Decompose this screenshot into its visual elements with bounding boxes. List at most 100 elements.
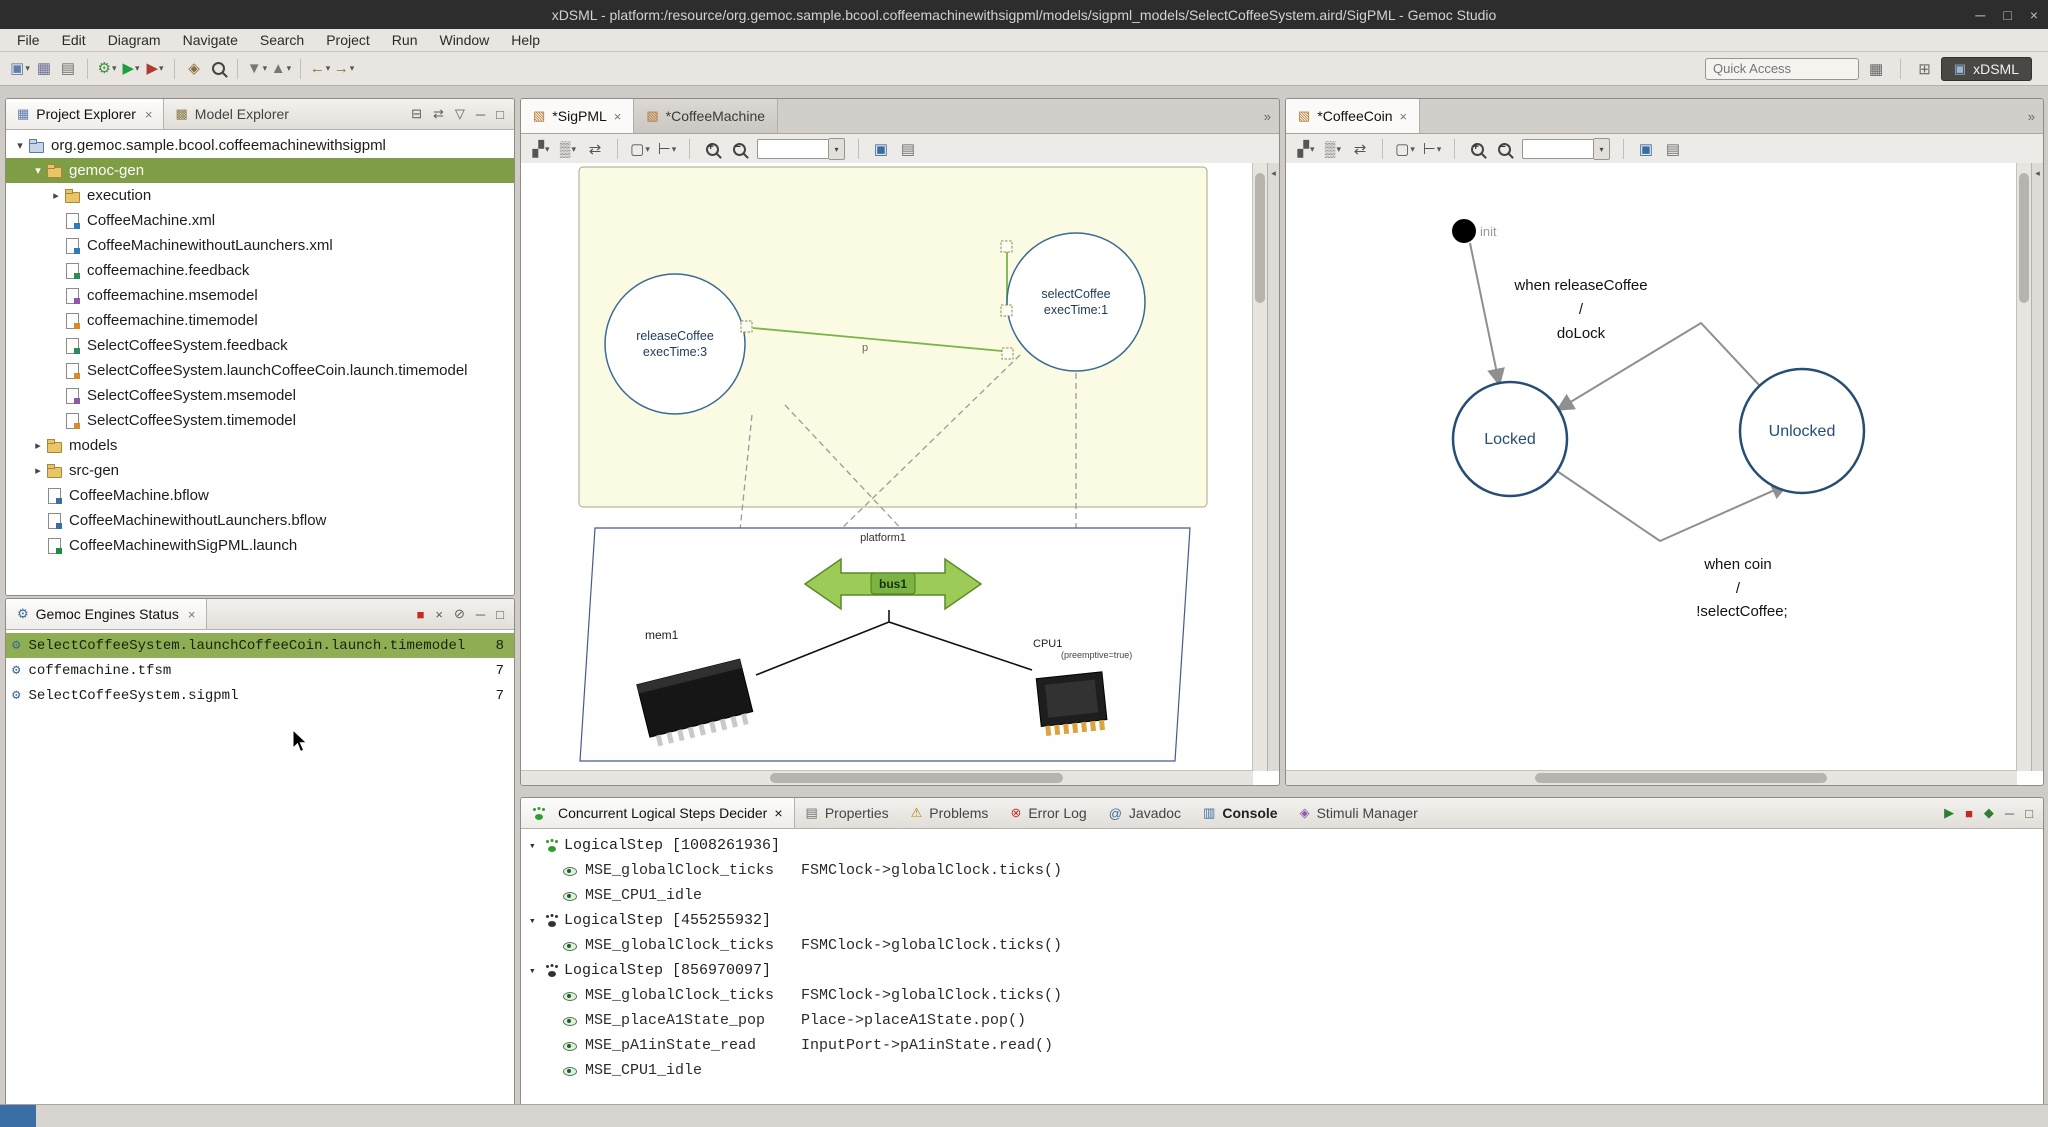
zoom-in-icon[interactable] (1466, 138, 1488, 160)
external-tools-icon[interactable]: ▶▾ (144, 57, 166, 81)
mse-row[interactable]: MSE_globalClock_ticksFSMClock->globalClo… (521, 858, 2043, 883)
tab-error-log[interactable]: ⊗Error Log (999, 798, 1097, 828)
tree-item[interactable]: SelectCoffeeSystem.msemodel (6, 383, 514, 408)
zoom-dropdown-icon[interactable]: ▾ (1594, 138, 1610, 160)
zoom-in-icon[interactable] (701, 138, 723, 160)
menu-navigate[interactable]: Navigate (172, 29, 249, 51)
scrollbar-thumb[interactable] (2019, 173, 2029, 303)
zoom-level-input[interactable] (757, 139, 829, 159)
shield-icon[interactable]: ◆ (1984, 805, 1994, 821)
expander-icon[interactable]: ▾ (30, 164, 46, 177)
tree-item[interactable]: ▾org.gemoc.sample.bcool.coffeemachinewit… (6, 133, 514, 158)
quick-access-input[interactable] (1705, 58, 1859, 80)
menu-project[interactable]: Project (315, 29, 381, 51)
expander-icon[interactable]: ▾ (12, 139, 28, 152)
mse-row[interactable]: MSE_pA1inState_readInputPort->pA1inState… (521, 1033, 2043, 1058)
tree-item[interactable]: ▸src-gen (6, 458, 514, 483)
prev-annotation-icon[interactable]: ▲▾ (270, 57, 292, 81)
tree-item[interactable]: CoffeeMachinewithoutLaunchers.bflow (6, 508, 514, 533)
menu-help[interactable]: Help (500, 29, 551, 51)
back-icon[interactable]: ←▾ (309, 57, 331, 81)
mse-row[interactable]: MSE_globalClock_ticksFSMClock->globalClo… (521, 933, 2043, 958)
tree-item[interactable]: CoffeeMachinewithoutLaunchers.xml (6, 233, 514, 258)
expander-icon[interactable]: ▾ (529, 964, 545, 978)
zoom-out-icon[interactable] (1493, 138, 1515, 160)
tab-overflow-icon[interactable]: » (1264, 109, 1271, 124)
collapse-all-icon[interactable]: ⊟ (411, 106, 422, 122)
grid-icon[interactable]: ▦ (1869, 60, 1883, 78)
dispose-engine-icon[interactable]: × (435, 607, 443, 622)
expander-icon[interactable]: ▸ (48, 189, 64, 202)
tree-item-selected[interactable]: ▾gemoc-gen (6, 158, 514, 183)
scrollbar-thumb[interactable] (770, 773, 1063, 783)
tab-sigpml[interactable]: ▧ *SigPML × (521, 99, 634, 133)
align-icon[interactable]: ⊢▾ (656, 138, 678, 160)
tab-concurrent-logical-steps-decider[interactable]: Concurrent Logical Steps Decider× (521, 798, 795, 828)
tree-item[interactable]: SelectCoffeeSystem.timemodel (6, 408, 514, 433)
agent-selectcoffee[interactable] (1007, 233, 1145, 371)
run-icon[interactable]: ▶▾ (120, 57, 142, 81)
agent-releasecoffee[interactable] (605, 274, 745, 414)
mse-row[interactable]: MSE_CPU1_idle (521, 883, 2043, 908)
tree-item[interactable]: CoffeeMachinewithSigPML.launch (6, 533, 514, 558)
select-mode-icon[interactable]: ▢▾ (1394, 138, 1416, 160)
sigpml-canvas-area[interactable]: releaseCoffee execTime:3 selectCoffee ex… (521, 163, 1253, 771)
tree-item[interactable]: CoffeeMachine.xml (6, 208, 514, 233)
close-icon[interactable]: × (188, 607, 196, 622)
expander-icon[interactable]: ▸ (30, 464, 46, 477)
tree-item[interactable]: SelectCoffeeSystem.feedback (6, 333, 514, 358)
horizontal-scrollbar[interactable] (1286, 770, 2017, 785)
print-icon[interactable]: ▤ (57, 57, 79, 81)
minimize-icon[interactable]: ─ (2005, 806, 2014, 821)
initial-state[interactable] (1452, 219, 1476, 243)
logical-step-row[interactable]: ▾LogicalStep [455255932] (521, 908, 2043, 933)
maximize-icon[interactable]: □ (496, 107, 504, 122)
window-minimize-icon[interactable]: ─ (1975, 7, 1985, 23)
tab-overflow-icon[interactable]: » (2028, 109, 2035, 124)
save-icon[interactable]: ▦ (33, 57, 55, 81)
minimize-icon[interactable]: ─ (476, 607, 485, 622)
arrange-icon[interactable]: ▞▾ (530, 138, 552, 160)
mse-row[interactable]: MSE_placeA1State_popPlace->placeA1State.… (521, 1008, 2043, 1033)
close-icon[interactable]: × (614, 109, 622, 124)
tab-project-explorer[interactable]: ▦ Project Explorer × (6, 99, 164, 129)
export-image-icon[interactable]: ▣ (1635, 138, 1657, 160)
filters-icon[interactable]: ▒▾ (557, 138, 579, 160)
mse-row[interactable]: MSE_globalClock_ticksFSMClock->globalClo… (521, 983, 2043, 1008)
stop-icon[interactable]: ■ (1965, 806, 1973, 821)
tab-javadoc[interactable]: @Javadoc (1098, 798, 1192, 828)
tab-problems[interactable]: ⚠Problems (900, 798, 1000, 828)
arrange-icon[interactable]: ▞▾ (1295, 138, 1317, 160)
print-icon[interactable]: ▤ (1662, 138, 1684, 160)
print-icon[interactable]: ▤ (897, 138, 919, 160)
tab-coffeemachine[interactable]: ▧ *CoffeeMachine (634, 99, 778, 133)
search-icon[interactable] (207, 57, 229, 81)
tab-model-explorer[interactable]: ▩ Model Explorer (164, 99, 299, 129)
run-decider-icon[interactable]: ▶ (1944, 805, 1954, 821)
tab-stimuli-manager[interactable]: ◈Stimuli Manager (1289, 798, 1429, 828)
tree-item[interactable]: coffeemachine.timemodel (6, 308, 514, 333)
tree-item[interactable]: coffeemachine.feedback (6, 258, 514, 283)
horizontal-scrollbar[interactable] (521, 770, 1253, 785)
menu-run[interactable]: Run (381, 29, 429, 51)
stop-engine-icon[interactable]: ■ (417, 607, 425, 622)
tab-gemoc-engines-status[interactable]: ⚙ Gemoc Engines Status × (6, 599, 207, 629)
new-wizard-icon[interactable]: ◈ (183, 57, 205, 81)
scrollbar-thumb[interactable] (1255, 173, 1265, 303)
tab-coffeecoin[interactable]: ▧ *CoffeeCoin × (1286, 99, 1420, 133)
link-with-editor-icon[interactable]: ⇄ (584, 138, 606, 160)
engine-row-selected[interactable]: ⚙SelectCoffeeSystem.launchCoffeeCoin.lau… (6, 633, 514, 658)
logical-step-row[interactable]: ▾LogicalStep [856970097] (521, 958, 2043, 983)
vertical-scrollbar[interactable] (2016, 163, 2031, 771)
maximize-icon[interactable]: □ (2025, 806, 2033, 821)
window-close-icon[interactable]: × (2030, 7, 2038, 23)
select-mode-icon[interactable]: ▢▾ (629, 138, 651, 160)
logical-step-row[interactable]: ▾LogicalStep [1008261936] (521, 833, 2043, 858)
export-image-icon[interactable]: ▣ (870, 138, 892, 160)
engine-row[interactable]: ⚙coffemachine.tfsm7 (6, 658, 514, 683)
open-perspective-icon[interactable]: ⊞ (1918, 60, 1931, 78)
link-with-editor-icon[interactable]: ⇄ (433, 106, 444, 122)
tree-item[interactable]: SelectCoffeeSystem.launchCoffeeCoin.laun… (6, 358, 514, 383)
vertical-scrollbar[interactable] (1252, 163, 1267, 771)
link-with-editor-icon[interactable]: ⇄ (1349, 138, 1371, 160)
